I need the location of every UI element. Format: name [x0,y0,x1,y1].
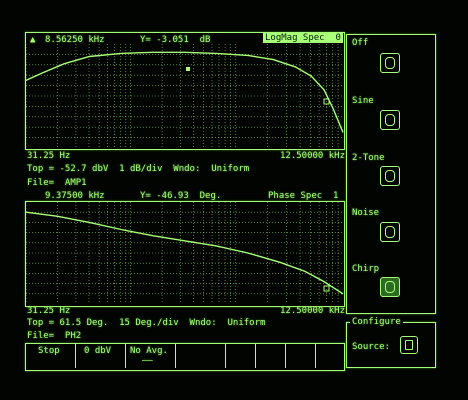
top-plot-trace [25,51,344,133]
off-button[interactable] [380,53,400,73]
fkey-8[interactable] [316,344,343,368]
fkey-6[interactable] [256,344,286,368]
fkey-4[interactable] [176,344,226,368]
noise-button-icon [385,226,395,238]
fkey-average[interactable]: No Avg. —— [126,344,176,368]
fkey-stop-label: Stop [38,346,60,356]
top-plot-center-marker [186,67,190,71]
fkey-5[interactable] [226,344,256,368]
sine-button-icon [385,114,395,126]
fkey-level-label: 0 dbV [84,346,112,356]
chirp-button-icon [385,281,395,293]
configure-title: Configure [350,317,403,327]
source-config-button[interactable] [400,336,418,354]
source-config-icon [405,340,413,350]
fkey-stop[interactable]: Stop [26,344,76,368]
fkey-level[interactable]: 0 dbV [76,344,126,368]
fkey-average-label: No Avg. [130,346,168,356]
two-tone-button[interactable] [380,166,400,186]
bottom-plot-trace [25,211,344,295]
fkey-7[interactable] [286,344,316,368]
menu-label-sine: Sine [352,96,374,106]
menu-label-two-tone: 2-Tone [352,153,385,163]
chirp-button[interactable] [380,277,400,297]
sine-button[interactable] [380,110,400,130]
menu-label-off: Off [352,38,369,48]
menu-label-noise: Noise [352,208,380,218]
fkey-average-underline: —— [142,356,153,366]
off-button-icon [385,57,395,69]
menu-label-chirp: Chirp [352,264,380,274]
two-tone-button-icon [385,170,395,182]
noise-button[interactable] [380,222,400,242]
source-label: Source: [352,342,390,352]
